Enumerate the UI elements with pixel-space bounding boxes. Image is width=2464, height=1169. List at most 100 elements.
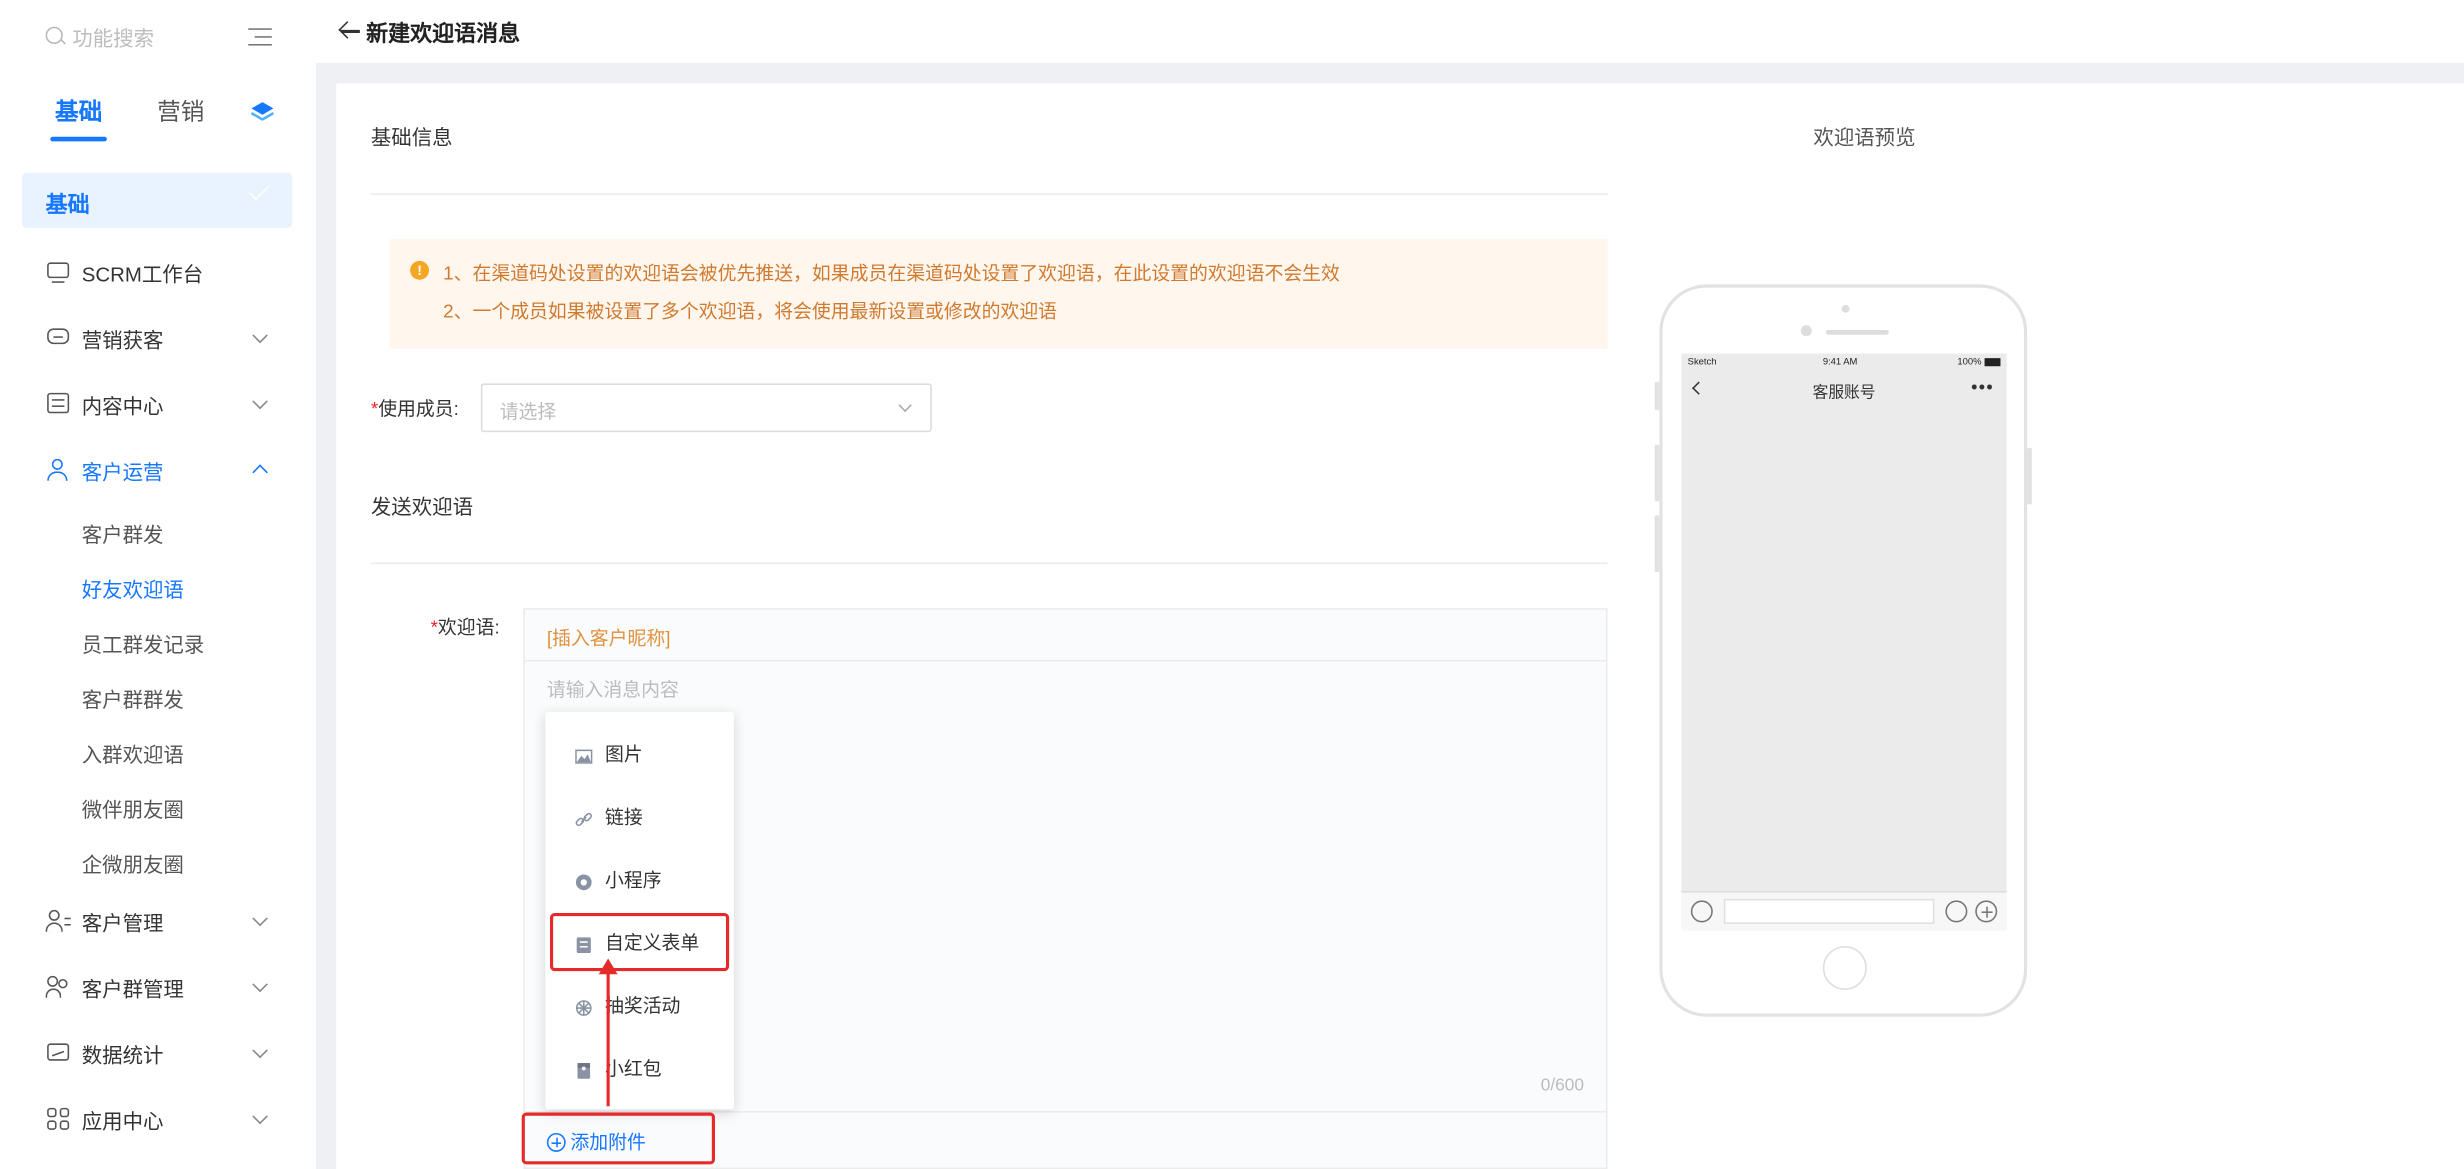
menu-item-red-packet[interactable]: 小红包 (545, 1039, 734, 1096)
chat-input (1723, 898, 1935, 924)
phone-side-button (1654, 381, 1660, 411)
nav-label: 数据统计 (81, 1042, 164, 1067)
nav-item-group-manage[interactable]: 客户群管理 (22, 960, 292, 1013)
workbench-icon (46, 259, 71, 284)
layers-icon[interactable] (250, 99, 275, 124)
menu-item-image[interactable]: 图片 (545, 724, 734, 781)
add-attachment-button[interactable]: 添加附件 (546, 1128, 646, 1155)
attachment-menu: 图片 链接 小程序 自定义表单 抽奖活动 小红包 (545, 711, 734, 1110)
top-tabs: 基础 营销 (22, 88, 292, 142)
sub-item-staff-broadcast-record[interactable]: 员工群发记录 (82, 629, 205, 659)
menu-item-link[interactable]: 链接 (545, 787, 734, 844)
sub-item-group-broadcast[interactable]: 客户群群发 (82, 684, 184, 714)
phone-side-button (1654, 515, 1660, 572)
insert-nickname-link[interactable]: [插入客户昵称] (547, 624, 671, 651)
main-card: 基础信息 ! 1、在渠道码处设置的欢迎语会被优先推送，如果成员在渠道码处设置了欢… (336, 83, 2464, 1169)
sub-item-wecom-moments[interactable]: 企微朋友圈 (82, 849, 184, 879)
nav-label: SCRM工作台 (81, 261, 204, 286)
chat-input-bar (1681, 890, 2007, 931)
plus-circle-icon (546, 1132, 566, 1152)
more-icon: ••• (1971, 378, 1995, 398)
nav-item-scrm-workbench[interactable]: SCRM工作台 (22, 245, 292, 298)
phone-speaker (1825, 329, 1889, 335)
app-root: 功能搜索 基础 营销 基础 SCRM工作台 营销获客 内容中心 客户运营 客户群… (0, 0, 2464, 1169)
phone-preview: Sketch 9:41 AM 100% 客服账号 ••• (1654, 284, 2032, 1017)
battery-icon (1984, 358, 2001, 367)
notice-line-1: 1、在渠道码处设置的欢迎语会被优先推送，如果成员在渠道码处设置了欢迎语，在此设置… (443, 262, 1340, 285)
status-time: 9:41 AM (1822, 358, 1858, 368)
section-basic-header[interactable]: 基础 (21, 172, 293, 228)
red-packet-icon (575, 1058, 592, 1078)
emoji-icon (1945, 900, 1968, 923)
preview-title: 欢迎语预览 (1813, 125, 1916, 150)
group-manage-icon (45, 974, 71, 999)
back-arrow-icon[interactable] (339, 20, 361, 42)
nav-label: 应用中心 (81, 1108, 164, 1133)
sidebar: 功能搜索 基础 营销 基础 SCRM工作台 营销获客 内容中心 客户运营 客户群… (0, 0, 316, 1169)
phone-side-button (1654, 444, 1660, 502)
member-select-placeholder: 请选择 (499, 400, 557, 423)
search-placeholder: 功能搜索 (72, 25, 155, 50)
nav-item-customer-manage[interactable]: 客户管理 (22, 894, 292, 947)
status-battery-text: 100% (1957, 358, 1982, 368)
nav-label: 客户运营 (81, 459, 164, 484)
chevron-down-icon (252, 1108, 268, 1125)
divider (524, 659, 1606, 662)
status-carrier: Sketch (1687, 358, 1717, 368)
statistics-icon (46, 1040, 71, 1065)
sub-item-weiban-moments[interactable]: 微伴朋友圈 (82, 794, 184, 824)
tab-basic[interactable]: 基础 (50, 94, 107, 142)
voice-icon (1690, 900, 1713, 923)
nav-item-app-center[interactable]: 应用中心 (22, 1092, 292, 1145)
menu-item-custom-form[interactable]: 自定义表单 (545, 913, 734, 970)
nav-item-customer-ops[interactable]: 客户运营 (22, 443, 292, 496)
add-attachment-label: 添加附件 (570, 1131, 646, 1154)
plus-icon (1975, 900, 1998, 923)
menu-item-label: 小红包 (604, 1056, 662, 1079)
nav-item-statistics[interactable]: 数据统计 (22, 1026, 292, 1079)
nav-item-content-center[interactable]: 内容中心 (22, 377, 292, 430)
phone-camera (1841, 304, 1850, 313)
menu-item-label: 链接 (604, 805, 643, 828)
check-icon (249, 180, 270, 201)
menu-item-label: 图片 (604, 742, 643, 765)
phone-sensor (1800, 325, 1812, 337)
message-placeholder: 请输入消息内容 (546, 678, 679, 701)
nav-item-marketing[interactable]: 营销获客 (22, 311, 292, 364)
divider (370, 562, 1608, 565)
annotation-arrow (598, 958, 618, 1107)
customer-manage-icon (45, 908, 71, 933)
menu-item-label: 小程序 (604, 868, 662, 891)
divider (370, 193, 1608, 195)
basic-info-title: 基础信息 (370, 125, 453, 150)
chat-title: 客服账号 (1812, 384, 1876, 403)
chevron-down-icon (252, 976, 268, 993)
marketing-icon (46, 325, 71, 350)
nav-label: 营销获客 (81, 327, 164, 352)
section-basic-label: 基础 (45, 191, 90, 217)
tab-marketing[interactable]: 营销 (157, 94, 204, 127)
phone-screen: Sketch 9:41 AM 100% 客服账号 ••• (1681, 353, 2007, 931)
menu-item-lottery[interactable]: 抽奖活动 (545, 976, 734, 1033)
image-icon (575, 744, 593, 763)
page-title: 新建欢迎语消息 (366, 20, 521, 46)
sub-item-group-welcome[interactable]: 入群欢迎语 (82, 739, 184, 769)
mini-program-icon (575, 870, 592, 890)
chevron-down-icon (252, 393, 268, 410)
menu-item-label: 抽奖活动 (604, 993, 681, 1016)
chevron-down-icon (252, 327, 268, 344)
phone-side-button (2027, 447, 2032, 505)
chevron-down-icon (898, 398, 912, 413)
sub-item-customer-broadcast[interactable]: 客户群发 (82, 519, 164, 549)
sub-item-friend-welcome[interactable]: 好友欢迎语 (82, 574, 184, 604)
content-icon (46, 391, 71, 416)
divider (524, 1110, 1606, 1113)
char-counter: 0/600 (1540, 1076, 1584, 1096)
customer-ops-icon (46, 457, 71, 482)
collapse-menu-icon[interactable] (248, 27, 273, 49)
member-select[interactable]: 请选择 (480, 383, 932, 433)
chevron-down-icon (252, 910, 268, 927)
nav-label: 客户管理 (81, 910, 164, 935)
menu-item-mini-program[interactable]: 小程序 (545, 850, 734, 907)
chevron-down-icon (252, 1042, 268, 1059)
